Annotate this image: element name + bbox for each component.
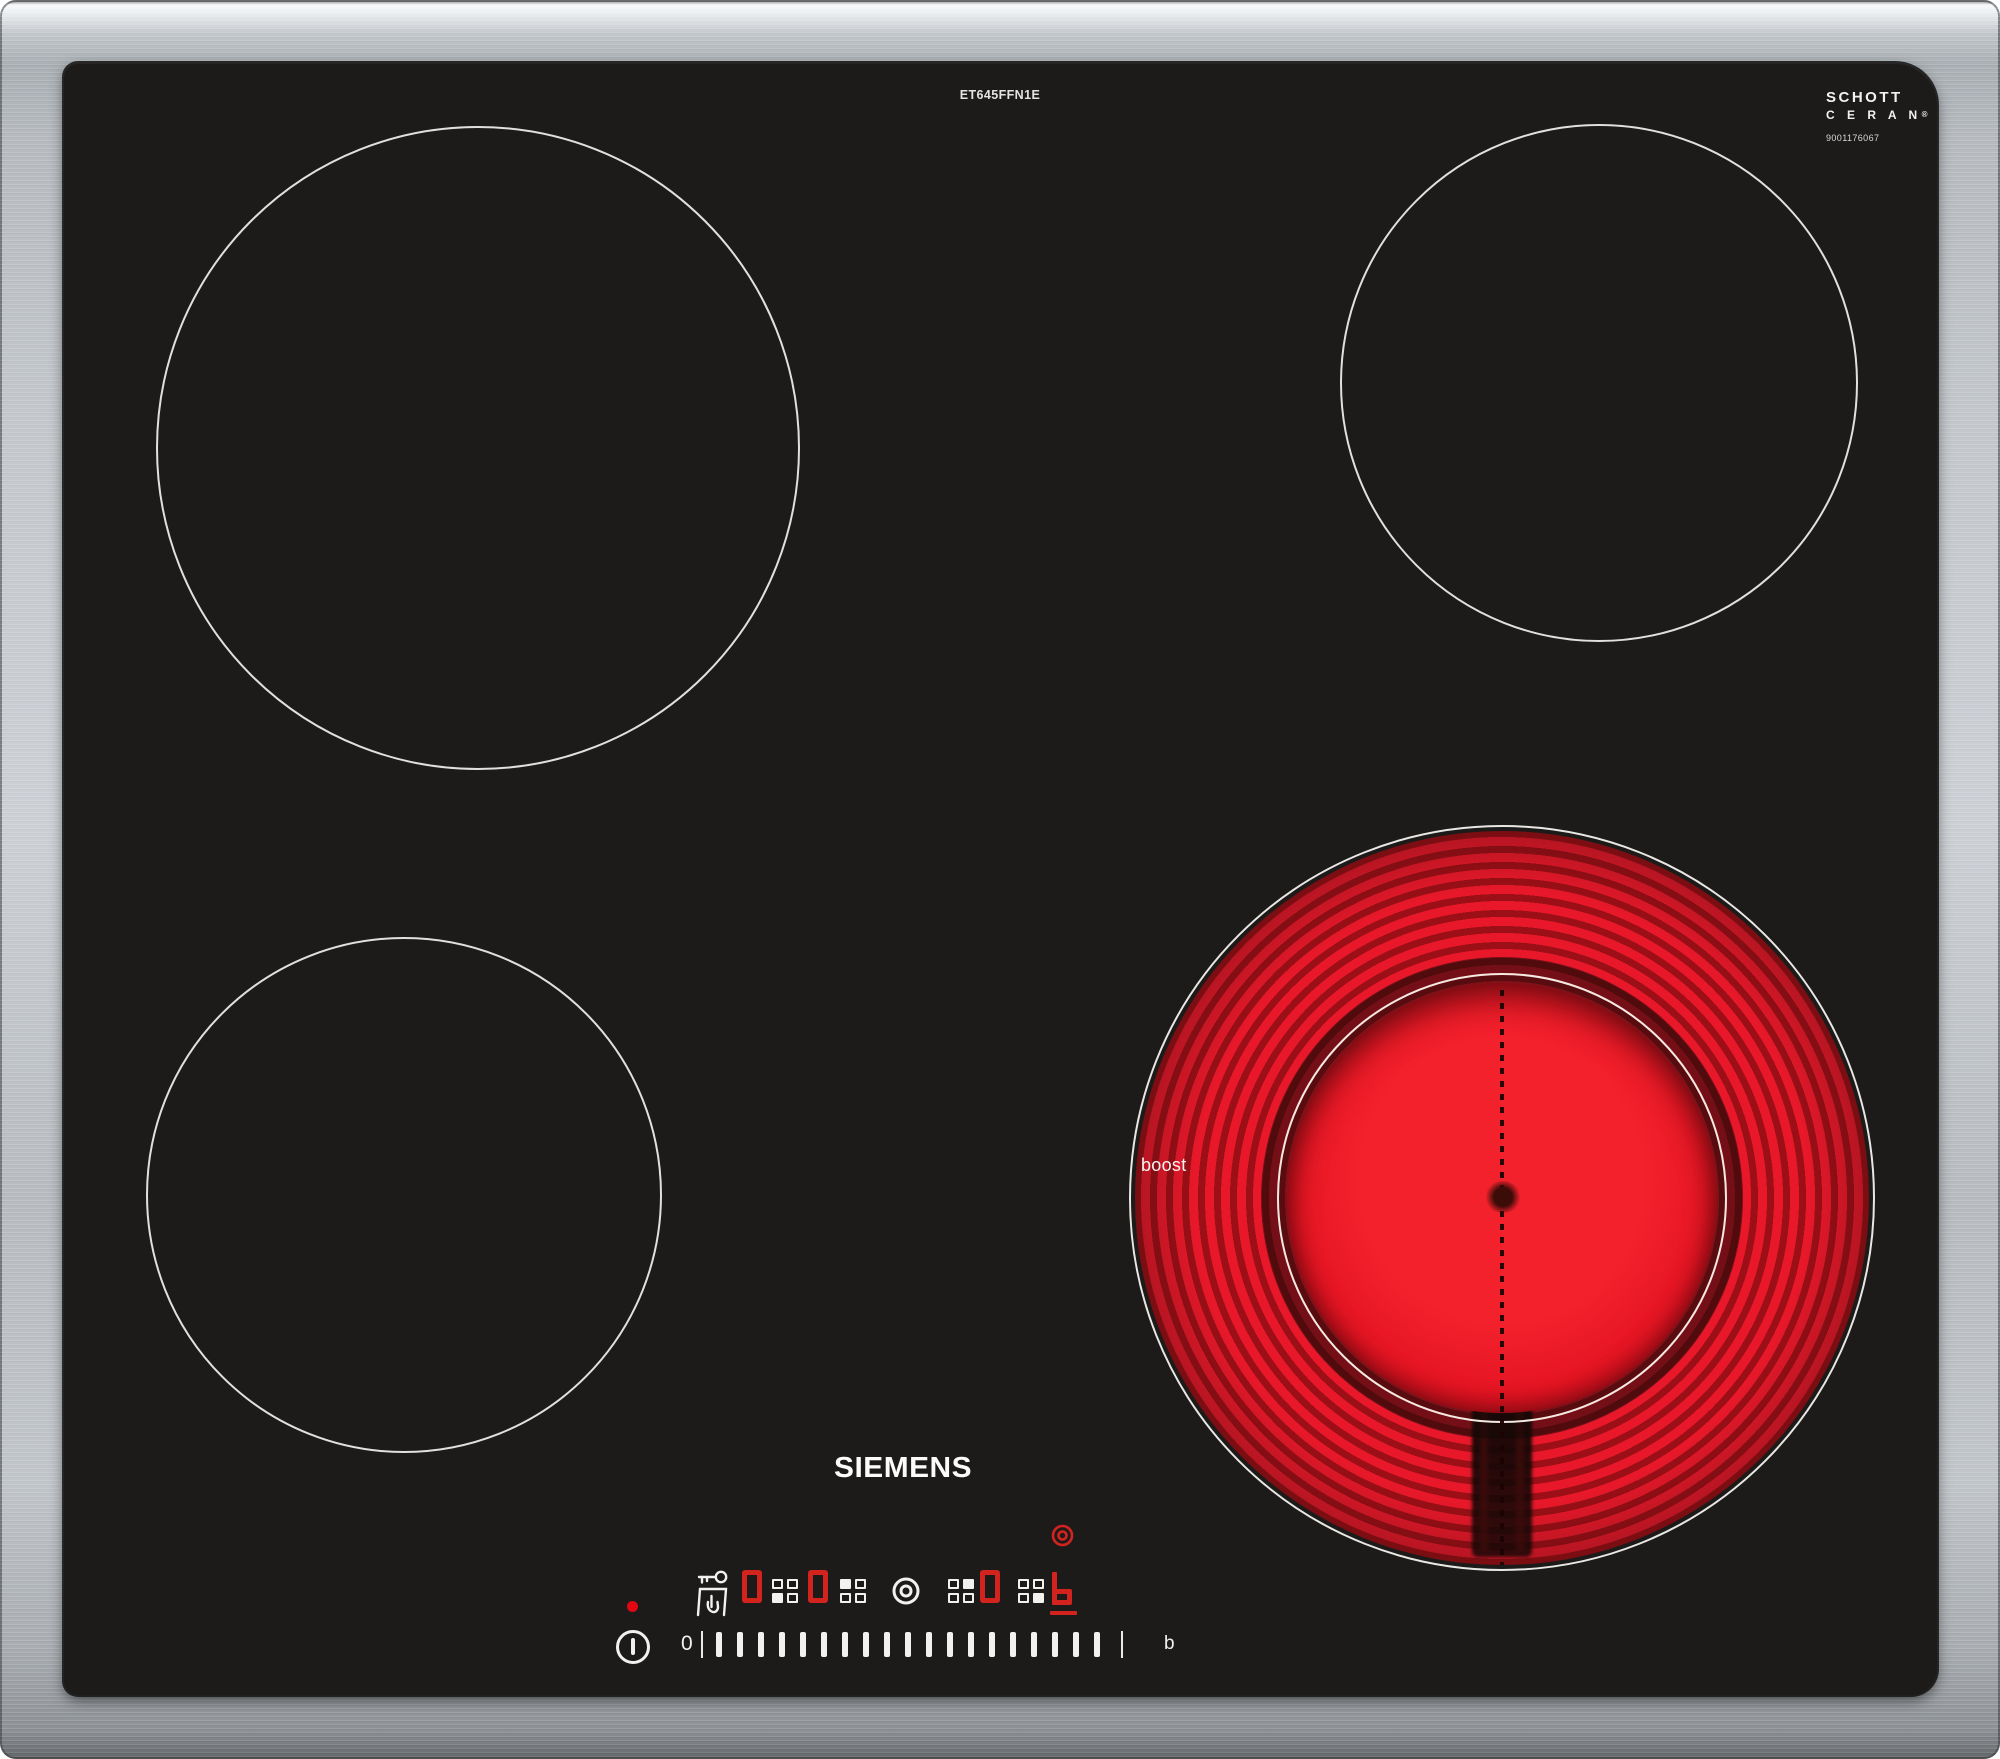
cooking-zone-rear-left xyxy=(156,126,800,770)
selector-cell-bl xyxy=(948,1593,959,1603)
zone-select-rear-right-key[interactable] xyxy=(948,1579,974,1603)
selector-cell-br xyxy=(1033,1593,1044,1603)
slider-tick[interactable] xyxy=(779,1632,785,1657)
zone-select-front-right-key[interactable] xyxy=(1018,1579,1044,1603)
slider-tick[interactable] xyxy=(1052,1632,1058,1657)
slider-tick[interactable] xyxy=(947,1632,953,1657)
selector-cell-tl xyxy=(948,1579,959,1589)
slider-tick[interactable] xyxy=(1031,1632,1037,1657)
selector-cell-bl xyxy=(840,1593,851,1603)
child-lock-key-icon[interactable] xyxy=(695,1569,729,1618)
slider-tick[interactable] xyxy=(905,1632,911,1657)
selector-cell-br xyxy=(963,1593,974,1603)
slider-tick[interactable] xyxy=(842,1632,848,1657)
slider-boost-label: b xyxy=(1164,1633,1175,1655)
power-slider-ticks[interactable] xyxy=(716,1632,1100,1657)
slider-tick[interactable] xyxy=(863,1632,869,1657)
selector-cell-tl xyxy=(1018,1579,1029,1589)
schott-logo-line2: C E R A N® xyxy=(1826,109,1928,121)
zone-display-1 xyxy=(742,1570,762,1603)
selector-cell-tr xyxy=(1033,1579,1044,1589)
slider-tick[interactable] xyxy=(800,1632,806,1657)
zone-display-3 xyxy=(980,1570,1000,1603)
slider-tick[interactable] xyxy=(821,1632,827,1657)
cooking-zone-rear-right xyxy=(1340,124,1858,642)
slider-tick[interactable] xyxy=(758,1632,764,1657)
slider-tick[interactable] xyxy=(737,1632,743,1657)
selector-cell-tr xyxy=(787,1579,798,1589)
boost-label: boost xyxy=(1141,1155,1187,1176)
slider-zero-label: 0 xyxy=(681,1632,693,1656)
siemens-logo: SIEMENS xyxy=(834,1452,972,1485)
selector-cell-tr xyxy=(855,1579,866,1589)
zone-outline-circle xyxy=(1129,825,1875,1571)
slider-tick[interactable] xyxy=(1010,1632,1016,1657)
ceramic-hob-product-photo: ET645FFN1E SCHOTT C E R A N® 9001176067 … xyxy=(0,0,2000,1759)
cooking-zone-front-left xyxy=(146,937,662,1453)
selector-cell-br xyxy=(787,1593,798,1603)
slider-end-stop-left xyxy=(701,1631,703,1658)
selector-cell-tr xyxy=(963,1579,974,1589)
selector-cell-tl xyxy=(772,1579,783,1589)
glass-serial-number: 9001176067 xyxy=(1826,134,1928,143)
selector-cell-bl xyxy=(772,1593,783,1603)
dual-zone-icon[interactable] xyxy=(892,1577,920,1605)
schott-ceran-logo: SCHOTT C E R A N® 9001176067 xyxy=(1826,90,1928,143)
slider-tick[interactable] xyxy=(716,1632,722,1657)
power-button[interactable] xyxy=(616,1630,650,1664)
slider-tick[interactable] xyxy=(926,1632,932,1657)
slider-end-stop-right xyxy=(1121,1631,1123,1658)
zone-select-rear-left-key[interactable] xyxy=(840,1579,866,1603)
dual-zone-active-icon xyxy=(1051,1524,1074,1547)
slider-tick[interactable] xyxy=(1094,1632,1100,1657)
selector-cell-tl xyxy=(840,1579,851,1589)
zone-display-4-boost xyxy=(1052,1572,1076,1605)
selector-cell-bl xyxy=(1018,1593,1029,1603)
zone-select-front-left-key[interactable] xyxy=(772,1579,798,1603)
slider-tick[interactable] xyxy=(968,1632,974,1657)
selector-cell-br xyxy=(855,1593,866,1603)
schott-logo-line1: SCHOTT xyxy=(1826,90,1928,105)
boost-display-underline xyxy=(1050,1611,1077,1615)
registered-mark: ® xyxy=(1922,110,1928,119)
power-indicator-dot xyxy=(627,1601,638,1612)
zone-display-2 xyxy=(808,1570,828,1603)
model-number-label: ET645FFN1E xyxy=(900,88,1100,102)
cooking-zone-front-right-active: boost xyxy=(1129,825,1875,1571)
slider-tick[interactable] xyxy=(989,1632,995,1657)
slider-tick[interactable] xyxy=(1073,1632,1079,1657)
slider-tick[interactable] xyxy=(884,1632,890,1657)
